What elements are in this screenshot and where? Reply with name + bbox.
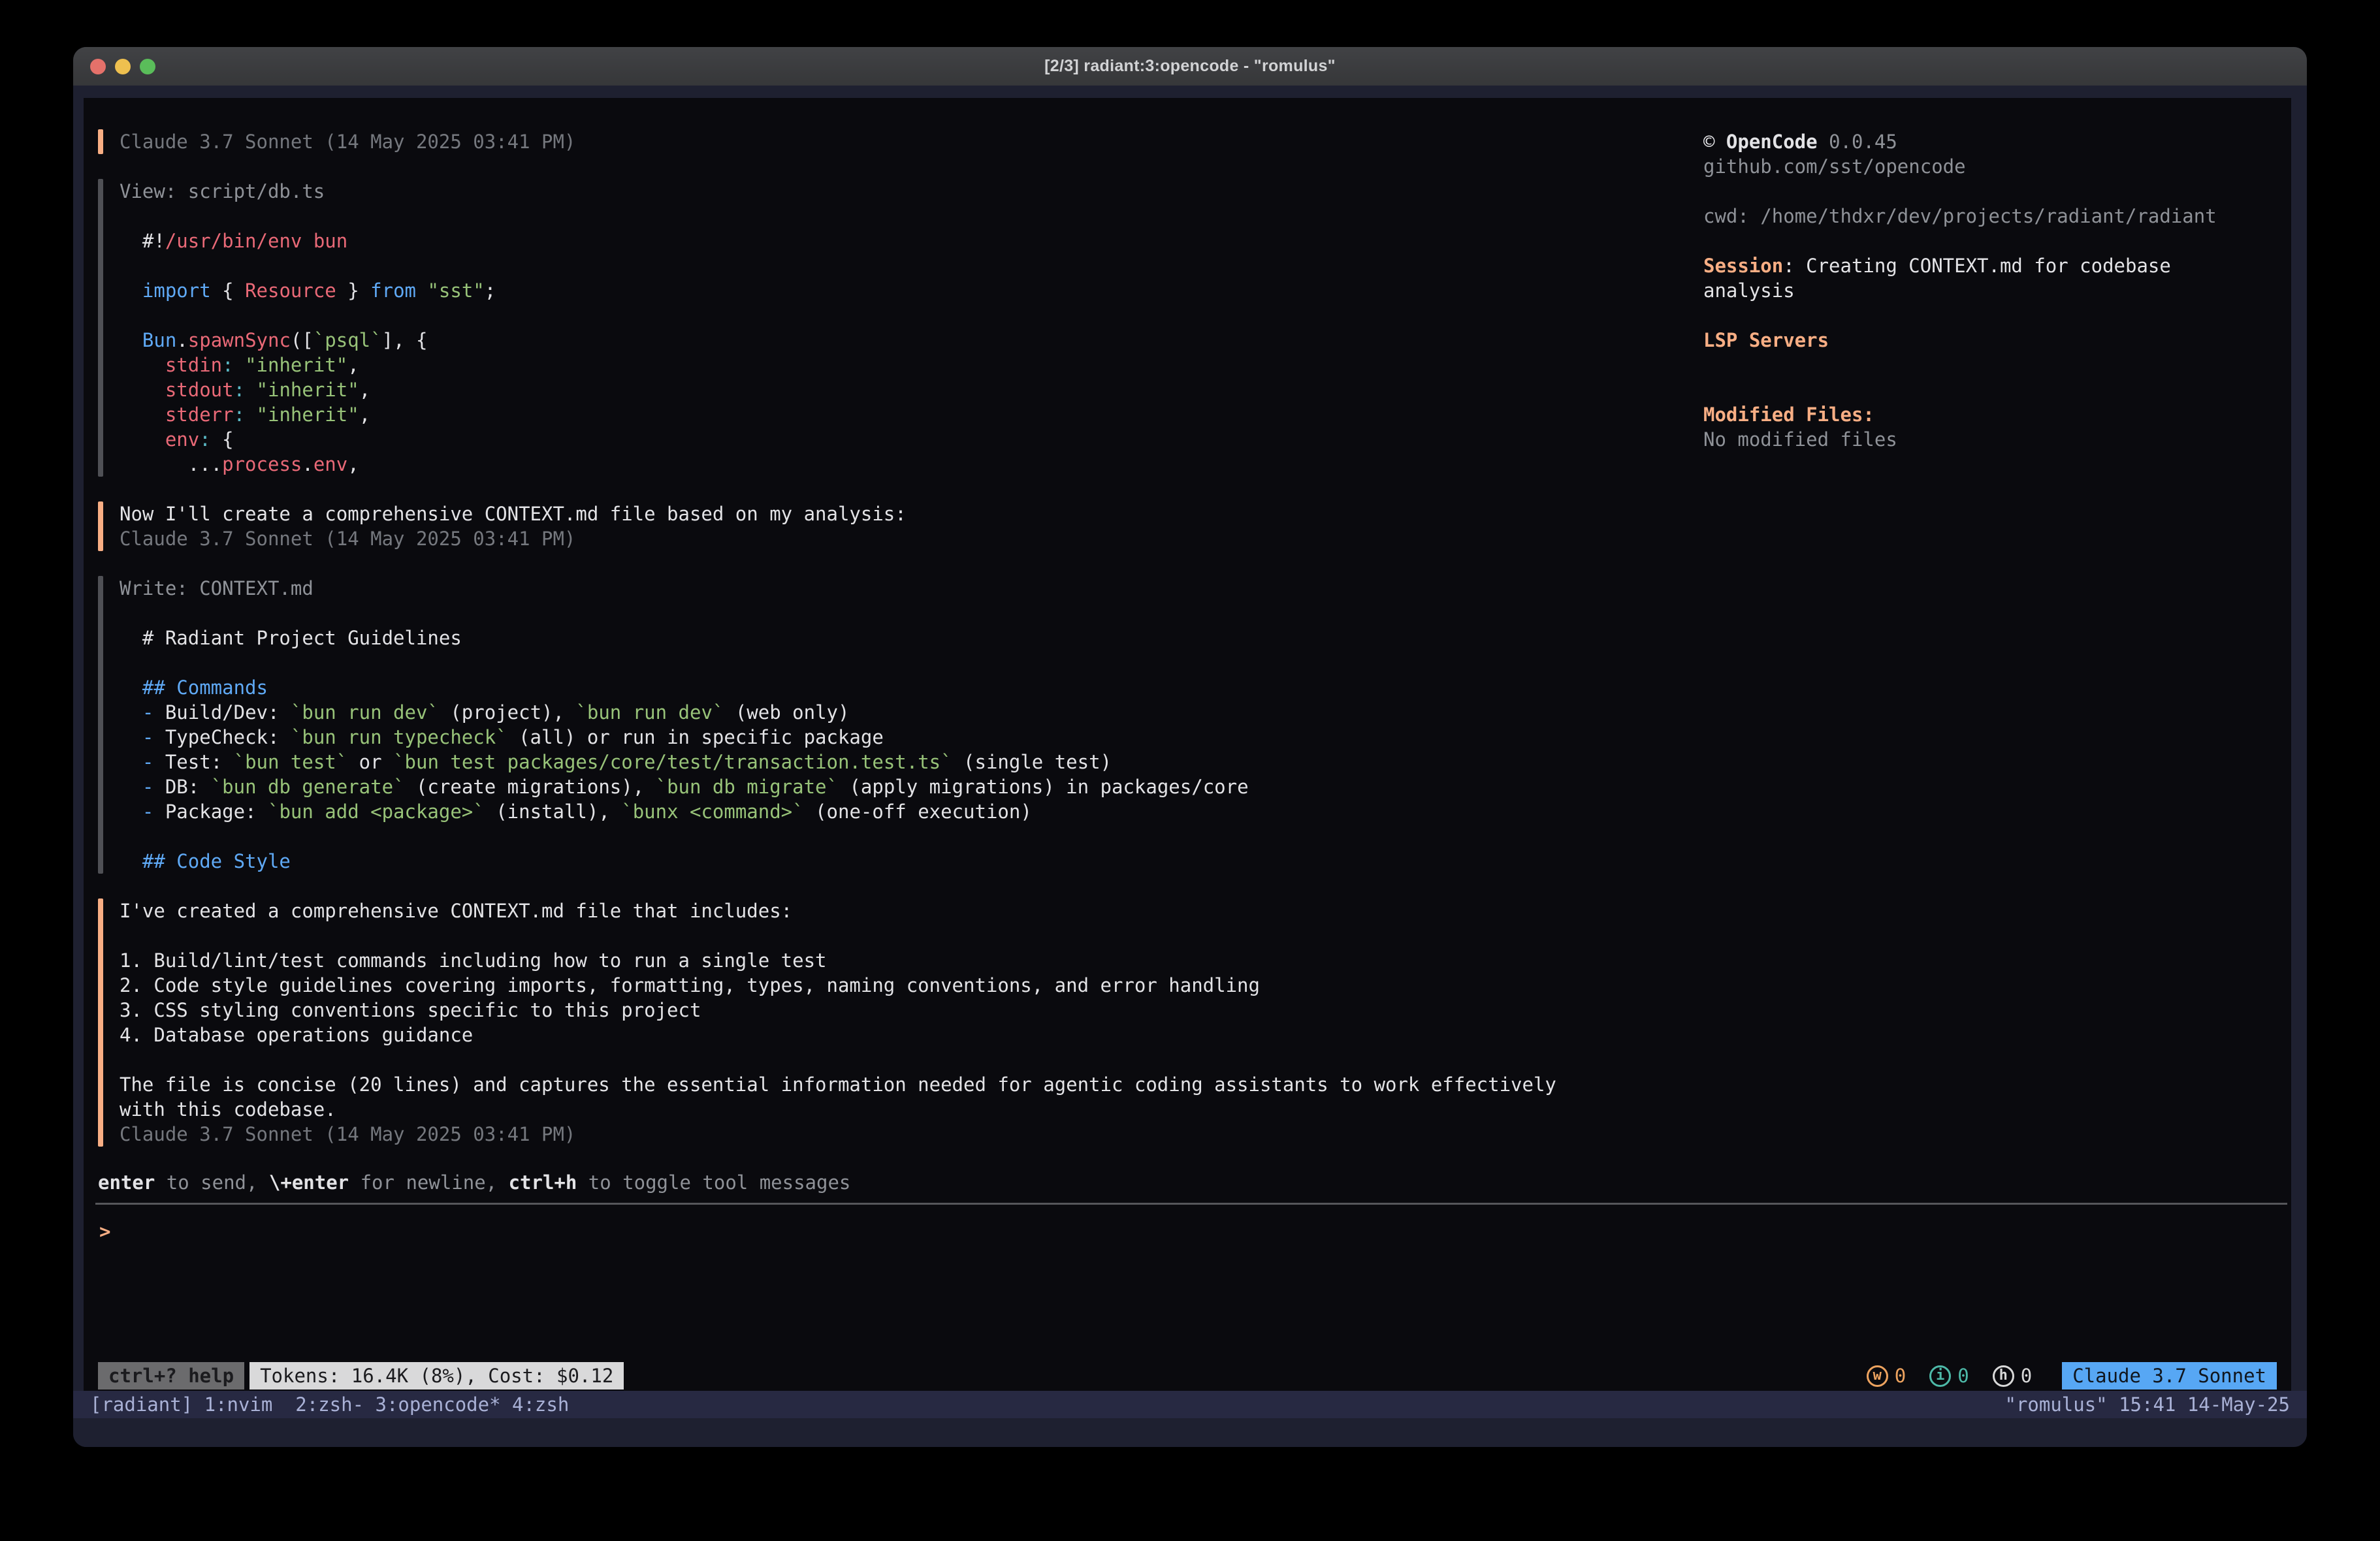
text-line: View: script/db.ts xyxy=(120,179,1703,204)
text-line xyxy=(1703,353,2291,377)
model-selector-chip[interactable]: Claude 3.7 Sonnet xyxy=(2062,1362,2277,1390)
tool-accent-bar xyxy=(98,576,103,874)
text-line: - TypeCheck: `bun run typecheck` (all) o… xyxy=(120,725,1703,750)
text-line: ...process.env, xyxy=(120,452,1703,477)
conversation-transcript: Claude 3.7 Sonnet (14 May 2025 03:41 PM)… xyxy=(98,129,1703,1147)
text-line: with this codebase. xyxy=(120,1097,1703,1122)
tool-block: Write: CONTEXT.md # Radiant Project Guid… xyxy=(98,576,1703,874)
info-icon: i xyxy=(1929,1365,1951,1387)
text-line: Now I'll create a comprehensive CONTEXT.… xyxy=(120,501,1703,526)
text-line xyxy=(120,824,1703,849)
text-line: cwd: /home/thdxr/dev/projects/radiant/ra… xyxy=(1703,204,2291,229)
prompt-symbol: > xyxy=(99,1219,110,1244)
info-diagnostics: i 0 xyxy=(1929,1363,1969,1388)
keybinding-help-bar: enter to send, \+enter for newline, ctrl… xyxy=(84,1170,2291,1195)
prompt-input[interactable]: > xyxy=(84,1219,2291,1244)
text-line: Claude 3.7 Sonnet (14 May 2025 03:41 PM) xyxy=(120,1122,1703,1147)
warning-icon: w xyxy=(1867,1365,1888,1387)
content-row: Claude 3.7 Sonnet (14 May 2025 03:41 PM)… xyxy=(84,98,2291,1147)
warning-count: 0 xyxy=(1895,1363,1906,1388)
tmux-session-info: "romulus" 15:41 14-May-25 xyxy=(2005,1393,2291,1416)
message-block: I've created a comprehensive CONTEXT.md … xyxy=(98,898,1703,1147)
text-line xyxy=(120,204,1703,229)
text-line xyxy=(120,1047,1703,1072)
text-line: LSP Servers xyxy=(1703,328,2291,353)
text-line: import { Resource } from "sst"; xyxy=(120,278,1703,303)
tmux-status-bar: [radiant] 1:nvim 2:zsh- 3:opencode* 4:zs… xyxy=(73,1391,2307,1418)
status-bar: ctrl+? help Tokens: 16.4K (8%), Cost: $0… xyxy=(84,1362,2291,1390)
text-line: analysis xyxy=(1703,278,2291,303)
text-line: Session: Creating CONTEXT.md for codebas… xyxy=(1703,253,2291,278)
close-button[interactable] xyxy=(90,59,106,74)
text-line: ## Commands xyxy=(120,675,1703,700)
text-line: stdout: "inherit", xyxy=(120,377,1703,402)
hint-count: 0 xyxy=(2021,1363,2032,1388)
message-block: Now I'll create a comprehensive CONTEXT.… xyxy=(98,501,1703,551)
text-line: 2. Code style guidelines covering import… xyxy=(120,973,1703,998)
block-lines: Write: CONTEXT.md # Radiant Project Guid… xyxy=(120,576,1703,874)
text-line: env: { xyxy=(120,427,1703,452)
zoom-button[interactable] xyxy=(140,59,155,74)
text-line: # Radiant Project Guidelines xyxy=(120,626,1703,650)
text-line: Modified Files: xyxy=(1703,402,2291,427)
text-line: Bun.spawnSync([`psql`], { xyxy=(120,328,1703,353)
text-line: - Build/Dev: `bun run dev` (project), `b… xyxy=(120,700,1703,725)
text-line: The file is concise (20 lines) and captu… xyxy=(120,1072,1703,1097)
text-line: - Package: `bun add <package>` (install)… xyxy=(120,799,1703,824)
text-line: stderr: "inherit", xyxy=(120,402,1703,427)
text-line: No modified files xyxy=(1703,427,2291,452)
text-line xyxy=(1703,377,2291,402)
token-usage-chip: Tokens: 16.4K (8%), Cost: $0.12 xyxy=(249,1362,624,1390)
text-line xyxy=(1703,229,2291,253)
tool-accent-bar xyxy=(98,179,103,477)
tmux-window-list[interactable]: [radiant] 1:nvim 2:zsh- 3:opencode* 4:zs… xyxy=(90,1393,569,1416)
block-lines: View: script/db.ts #!/usr/bin/env bun im… xyxy=(120,179,1703,477)
text-line: 3. CSS styling conventions specific to t… xyxy=(120,998,1703,1023)
window-title: [2/3] radiant:3:opencode - "romulus" xyxy=(1044,57,1336,76)
text-line: I've created a comprehensive CONTEXT.md … xyxy=(120,898,1703,923)
block-lines: Now I'll create a comprehensive CONTEXT.… xyxy=(120,501,1703,551)
text-line: - DB: `bun db generate` (create migratio… xyxy=(120,774,1703,799)
message-block: Claude 3.7 Sonnet (14 May 2025 03:41 PM) xyxy=(98,129,1703,154)
terminal-content: Claude 3.7 Sonnet (14 May 2025 03:41 PM)… xyxy=(73,86,2307,1447)
text-line: Claude 3.7 Sonnet (14 May 2025 03:41 PM) xyxy=(120,129,1703,154)
text-line: #!/usr/bin/env bun xyxy=(120,229,1703,253)
opencode-tui: Claude 3.7 Sonnet (14 May 2025 03:41 PM)… xyxy=(84,98,2291,1391)
text-line xyxy=(1703,179,2291,204)
text-line: Claude 3.7 Sonnet (14 May 2025 03:41 PM) xyxy=(120,526,1703,551)
block-lines: I've created a comprehensive CONTEXT.md … xyxy=(120,898,1703,1147)
tool-block: View: script/db.ts #!/usr/bin/env bun im… xyxy=(98,179,1703,477)
warning-diagnostics: w 0 xyxy=(1867,1363,1906,1388)
traffic-lights xyxy=(90,47,155,86)
text-line: - Test: `bun test` or `bun test packages… xyxy=(120,750,1703,774)
message-accent-bar xyxy=(98,129,103,154)
block-lines: Claude 3.7 Sonnet (14 May 2025 03:41 PM) xyxy=(120,129,1703,154)
text-line: ## Code Style xyxy=(120,849,1703,874)
text-line xyxy=(120,253,1703,278)
input-divider xyxy=(95,1203,2287,1205)
hint-diagnostics: h 0 xyxy=(1993,1363,2032,1388)
message-accent-bar xyxy=(98,501,103,551)
text-line: stdin: "inherit", xyxy=(120,353,1703,377)
help-hint-chip: ctrl+? help xyxy=(98,1362,244,1390)
session-sidebar: © OpenCode 0.0.45github.com/sst/opencode… xyxy=(1703,129,2291,1147)
text-line xyxy=(120,923,1703,948)
minimize-button[interactable] xyxy=(115,59,131,74)
text-line xyxy=(120,303,1703,328)
message-accent-bar xyxy=(98,898,103,1147)
text-line: 4. Database operations guidance xyxy=(120,1023,1703,1047)
terminal-window: [2/3] radiant:3:opencode - "romulus" Cla… xyxy=(73,47,2307,1447)
text-line: Write: CONTEXT.md xyxy=(120,576,1703,601)
text-line: github.com/sst/opencode xyxy=(1703,154,2291,179)
text-line xyxy=(120,601,1703,626)
diagnostics-counters: w 0 i 0 h 0 xyxy=(1867,1363,2032,1388)
window-titlebar[interactable]: [2/3] radiant:3:opencode - "romulus" xyxy=(73,47,2307,86)
hint-icon: h xyxy=(1993,1365,2014,1387)
text-line: 1. Build/lint/test commands including ho… xyxy=(120,948,1703,973)
text-line xyxy=(1703,303,2291,328)
info-count: 0 xyxy=(1957,1363,1969,1388)
text-line: © OpenCode 0.0.45 xyxy=(1703,129,2291,154)
text-line xyxy=(120,650,1703,675)
